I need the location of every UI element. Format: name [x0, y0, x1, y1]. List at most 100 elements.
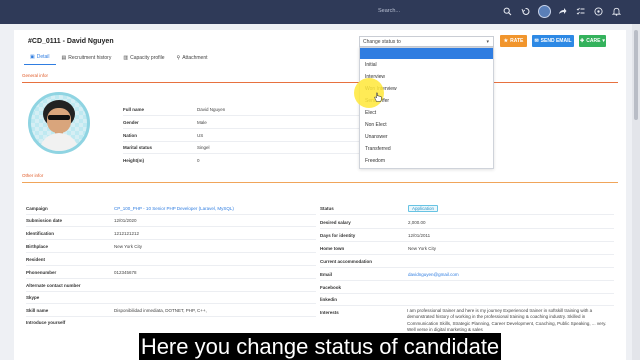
other-row: Days for identity 12/01/2011 [320, 229, 614, 241]
field-label: Introduce yourself [26, 319, 66, 325]
status-option-non-elect[interactable]: Non Elect [360, 119, 493, 131]
general-row: Nation US [123, 129, 363, 141]
field-label: linkedin [320, 296, 338, 302]
tab-detail[interactable]: ▣ Detail [24, 53, 56, 65]
top-navbar: Search... [0, 0, 640, 24]
status-option-freedom[interactable]: Freedom [360, 155, 493, 167]
status-option-elect[interactable]: Elect [360, 107, 493, 119]
field-value: New York City [408, 245, 437, 251]
field-label: Resident [26, 256, 46, 262]
field-value: 012345678 [114, 269, 137, 275]
status-option-unanswer[interactable]: Unanswer [360, 131, 493, 143]
candidate-tabs: ▣ Detail ▤ Recruitment history ▥ Capacity p… [24, 53, 214, 65]
candidate-card: #CD_0111 - David Nguyen ▣ Detail ▤ Recruit… [14, 30, 626, 360]
status-dropdown-menu: Initial Interview Won Interview Send Off… [359, 47, 494, 169]
tab-label: Recruitment history [68, 54, 112, 61]
care-label: CARE [586, 38, 601, 44]
tab-recruitment-history[interactable]: ▤ Recruitment history [56, 53, 118, 65]
other-row: Birthplace New York City [26, 240, 316, 252]
general-row: Full name David Nguyen [123, 103, 363, 115]
rate-button[interactable]: ★ RATE [500, 35, 527, 47]
field-label: Full name [123, 106, 145, 112]
general-info-title: General infor [22, 73, 49, 78]
bell-icon[interactable] [611, 7, 622, 18]
other-row: Home town New York City [320, 242, 614, 254]
other-info-title: Other infor [22, 173, 44, 178]
video-caption: Here you change status of candidate [139, 333, 501, 360]
tab-label: Capacity profile [130, 54, 165, 61]
general-row: Gender Male [123, 116, 363, 128]
field-label: Birthplace [26, 243, 49, 249]
field-value: New York City [114, 243, 143, 249]
other-row: Status Application [320, 202, 614, 214]
tab-capacity-profile[interactable]: ▥ Capacity profile [117, 53, 170, 65]
chevron-down-icon: ▾ [486, 39, 489, 45]
other-row: linkedin [320, 293, 614, 305]
other-row: Skype [26, 291, 316, 303]
field-label: Home town [320, 245, 345, 251]
status-option-highlighted[interactable] [360, 48, 493, 59]
field-value: David Nguyen [197, 106, 226, 112]
field-value: US [197, 132, 204, 138]
email-link[interactable]: davidnguyen@gmail.com [408, 272, 459, 277]
field-value: Male [197, 119, 207, 125]
other-row: Current accommodation [320, 255, 614, 267]
interests-text: I am professional trainer and here is my… [407, 308, 607, 332]
page-scrollbar[interactable] [632, 24, 640, 360]
paperclip-icon: ⚲ [176, 54, 181, 61]
status-badge: Application [408, 204, 439, 212]
campaign-link[interactable]: CP_100_PHP - 10 Senior PHP Developer (La… [114, 206, 234, 211]
history-list-icon: ▤ [61, 54, 67, 61]
other-row: Resident [26, 253, 316, 265]
send-email-label: SEND EMAIL [540, 38, 572, 44]
field-label: Interests [320, 309, 339, 315]
field-value: 1212121212 [114, 230, 140, 236]
field-value: 0 [197, 157, 200, 163]
field-label: Days for identity [320, 232, 356, 238]
care-button[interactable]: ✚ CARE ▾ [579, 35, 606, 47]
section-divider [22, 182, 618, 183]
other-row: Facebook [320, 281, 614, 293]
profile-icon: ▥ [123, 54, 129, 61]
tab-label: Detail [36, 54, 50, 60]
status-option-interview[interactable]: Interview [360, 71, 493, 83]
send-email-button[interactable]: ✉ SEND EMAIL [532, 35, 574, 47]
other-row: Desired salary 2,000.00 [320, 216, 614, 228]
search-icon[interactable] [503, 7, 512, 18]
candidate-avatar [28, 92, 90, 154]
other-row: Skill name Disponibilidad inmediata, DOTN… [26, 304, 316, 316]
user-avatar[interactable] [538, 5, 551, 18]
field-label: Email [320, 271, 333, 277]
share-icon[interactable] [558, 7, 567, 18]
field-value: 12/01/2020 [114, 217, 137, 223]
field-value: Singel [197, 144, 210, 150]
field-label: Height(m) [123, 157, 144, 163]
scrollbar-thumb[interactable] [634, 30, 638, 120]
field-value: 12/01/2011 [408, 232, 431, 238]
detail-icon: ▣ [30, 54, 35, 60]
field-label: Skype [26, 294, 40, 300]
field-label: Nation [123, 132, 137, 138]
field-label: Desired salary [320, 219, 351, 225]
field-label: Submission date [26, 217, 63, 223]
change-status-select[interactable]: Change status to ▾ [359, 36, 494, 47]
help-icon[interactable] [594, 7, 603, 18]
field-label: Skill name [26, 307, 49, 313]
other-row: Phonenumber 012345678 [26, 266, 316, 278]
field-label: Identification [26, 230, 54, 236]
hand-cursor-icon [374, 92, 382, 102]
section-divider [22, 82, 618, 83]
tasks-icon[interactable] [576, 7, 585, 18]
status-select-label: Change status to [363, 38, 401, 45]
general-row: Marital status Singel [123, 141, 363, 153]
tab-attachment[interactable]: ⚲ Attachment [171, 53, 214, 65]
field-label: Phonenumber [26, 269, 57, 275]
history-icon[interactable] [521, 7, 530, 18]
status-option-transferred[interactable]: Transferred [360, 143, 493, 155]
field-label: Status [320, 205, 334, 211]
search-input[interactable]: Search... [378, 8, 400, 14]
status-option-initial[interactable]: Initial [360, 59, 493, 71]
star-icon: ★ [503, 38, 509, 44]
other-row: Identification 1212121212 [26, 227, 316, 239]
care-icon: ✚ [580, 38, 585, 44]
